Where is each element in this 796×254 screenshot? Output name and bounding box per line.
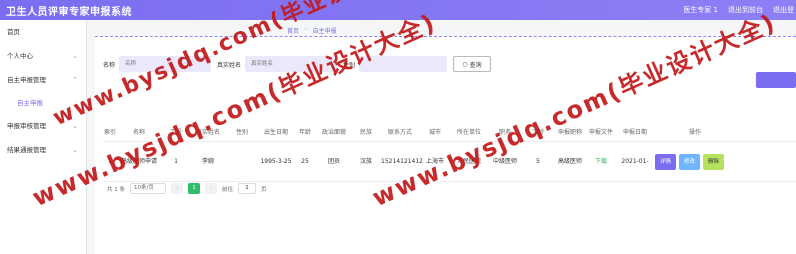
realname-label: 真实姓名 bbox=[217, 61, 242, 69]
sidebar: 首页 个人中心 ⌄ 自主申报管理 ⌃ 自主申报 申报审核管理 ⌄ 结果通报管理 ⌄ bbox=[0, 20, 87, 254]
edit-button[interactable]: 修改 bbox=[679, 153, 701, 170]
cell-job-no: 1 bbox=[174, 158, 178, 165]
goto-label: 前往 bbox=[222, 186, 234, 193]
col-date: 申报日期 bbox=[622, 129, 647, 136]
col-index: 索引 bbox=[103, 129, 116, 136]
prev-page-icon[interactable]: ‹ bbox=[171, 183, 183, 194]
current-page[interactable]: 1 bbox=[188, 183, 200, 194]
download-link[interactable]: 下载 bbox=[587, 157, 615, 166]
sidebar-item-home[interactable]: 首页 bbox=[0, 20, 86, 44]
chevron-down-icon: ⌄ bbox=[72, 52, 78, 60]
logout-link[interactable]: 退出登 bbox=[773, 5, 794, 15]
sidebar-item-label: 申报审核管理 bbox=[7, 122, 46, 130]
app-title: 卫生人员评审专家申报系统 bbox=[6, 7, 132, 18]
breadcrumb-current: 自主申报 bbox=[312, 28, 337, 35]
sidebar-item-self-declare-manage[interactable]: 自主申报管理 ⌃ bbox=[0, 68, 86, 92]
row-actions: 详情 修改 删除 bbox=[655, 153, 735, 170]
col-ops: 操作 bbox=[688, 129, 701, 136]
user-label: 医生专家 1 bbox=[683, 6, 718, 14]
sidebar-item-label: 结果通报管理 bbox=[7, 146, 46, 154]
cell-date: 2021-01- bbox=[621, 158, 649, 165]
col-ethnic: 民族 bbox=[359, 129, 372, 136]
query-button-label: 查询 bbox=[469, 61, 482, 69]
cell-ethnic: 汉族 bbox=[359, 158, 372, 165]
col-city: 城市 bbox=[428, 129, 441, 136]
col-file: 申报文件 bbox=[588, 129, 613, 136]
sidebar-item-label: 自主申报管理 bbox=[7, 76, 46, 84]
breadcrumb-separator: ◦ bbox=[304, 26, 308, 33]
cell-political: 团员 bbox=[327, 158, 340, 165]
name-label: 名称 bbox=[103, 61, 116, 69]
col-phone: 联系方式 bbox=[387, 129, 412, 136]
col-political: 政治面貌 bbox=[321, 129, 346, 136]
query-button[interactable]: ○ 查询 bbox=[453, 56, 492, 72]
page-suffix: 页 bbox=[261, 186, 267, 193]
cell-real-name: 李婉 bbox=[201, 158, 214, 165]
goto-input[interactable]: 1 bbox=[238, 183, 257, 194]
pagination: 共 1 条 10条/页 ‹ 1 › 前往 1 页 bbox=[107, 183, 267, 194]
search-icon: ○ bbox=[462, 60, 468, 68]
detail-button[interactable]: 详情 bbox=[655, 153, 677, 170]
cell-years: 5 bbox=[536, 158, 540, 165]
cell-birth: 1995-3-25 bbox=[260, 158, 292, 165]
cell-age: 25 bbox=[301, 158, 309, 165]
sidebar-item-label: 首页 bbox=[7, 28, 20, 36]
delete-button[interactable]: 删除 bbox=[703, 153, 725, 170]
cell-title: 高级医师 bbox=[557, 158, 582, 165]
next-page-icon[interactable]: › bbox=[205, 183, 217, 194]
col-gender: 性别 bbox=[235, 129, 248, 136]
add-button[interactable] bbox=[756, 72, 796, 88]
total-count: 共 1 条 bbox=[107, 186, 125, 193]
page-size-select[interactable]: 10条/页 bbox=[130, 183, 166, 194]
sidebar-item-personal-center[interactable]: 个人中心 ⌄ bbox=[0, 44, 86, 68]
col-age: 年龄 bbox=[298, 129, 311, 136]
sidebar-item-result-manage[interactable]: 结果通报管理 ⌄ bbox=[0, 138, 86, 162]
sidebar-item-label: 个人中心 bbox=[7, 52, 33, 60]
col-birth: 出生日期 bbox=[263, 129, 288, 136]
